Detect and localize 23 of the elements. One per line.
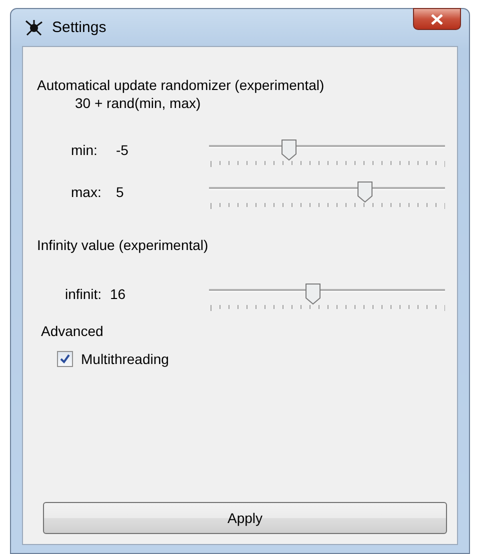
slider-label: max: — [71, 184, 102, 200]
slider-value: 5 — [116, 184, 125, 200]
network-icon — [24, 18, 44, 36]
formula-text: 30 + rand(min, max) — [75, 95, 202, 111]
slider-thumb[interactable] — [356, 181, 373, 203]
slider-label: infinit: — [65, 286, 103, 302]
slider-track[interactable] — [209, 289, 445, 292]
section-heading: Advanced — [41, 323, 104, 339]
slider-track[interactable] — [209, 187, 445, 190]
section-heading: Automatical update randomizer (experimental) — [37, 77, 326, 93]
slider-track[interactable] — [209, 145, 445, 148]
slider-value: 16 — [110, 286, 127, 302]
section-heading: Infinity value (experimental) — [37, 237, 210, 253]
slider-value: -5 — [116, 142, 130, 158]
window-title: Settings — [52, 19, 106, 36]
apply-button[interactable]: Apply — [43, 502, 447, 534]
multithreading-checkbox[interactable]: Multithreading — [57, 351, 169, 367]
slider-label: min: — [71, 142, 98, 158]
checkbox[interactable] — [57, 351, 73, 367]
close-icon — [431, 14, 443, 24]
close-button[interactable] — [413, 8, 461, 30]
slider-thumb[interactable] — [281, 139, 298, 161]
slider-thumb[interactable] — [304, 283, 321, 305]
